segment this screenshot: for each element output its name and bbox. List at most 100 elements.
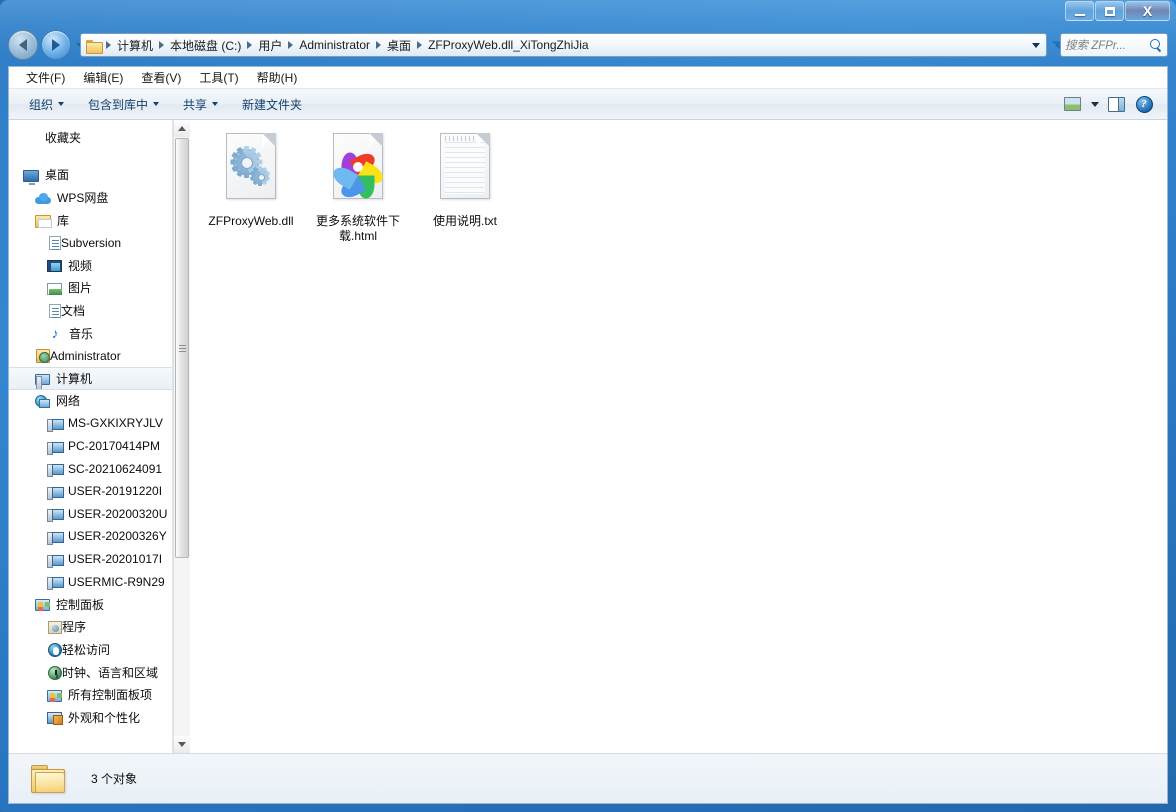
include-in-library-button[interactable]: 包含到库中 <box>78 91 169 118</box>
explorer-window: X 计算机 本地磁盘 (C:) 用户 Administrator 桌面 ZFPr… <box>0 0 1176 812</box>
maximize-button[interactable] <box>1095 1 1124 21</box>
star-icon <box>23 129 39 145</box>
sidebar-item-20[interactable]: 控制面板 <box>9 593 172 616</box>
address-dropdown-icon[interactable] <box>1027 34 1044 56</box>
sidebar-item-12[interactable]: MS-GXKIXRYJLV <box>9 412 172 435</box>
scrollbar-thumb[interactable] <box>175 138 189 558</box>
chevron-up-icon <box>178 126 186 131</box>
sidebar-item-24[interactable]: 所有控制面板项 <box>9 683 172 706</box>
sidebar-item-25[interactable]: 外观和个性化 <box>9 706 172 729</box>
address-row: 计算机 本地磁盘 (C:) 用户 Administrator 桌面 ZFProx… <box>0 28 1176 66</box>
file-list-view[interactable]: ZFProxyWeb.dll 更多系统软件下载.html 使用说明.txt <box>191 120 1167 753</box>
breadcrumb-separator-icon[interactable] <box>106 41 111 49</box>
sidebar-item-5[interactable]: 视频 <box>9 254 172 277</box>
sidebar-item-label: 音乐 <box>69 326 94 341</box>
search-input[interactable]: 搜索 ZFPr... <box>1065 37 1150 53</box>
sidebar-item-label: USER-20201017I <box>68 552 163 567</box>
sidebar-item-18[interactable]: USER-20201017I <box>9 548 172 571</box>
txt-file-icon <box>433 132 497 210</box>
breadcrumb-item-5[interactable]: ZFProxyWeb.dll_XiTongZhiJia <box>425 36 592 54</box>
breadcrumb-separator-icon[interactable] <box>159 41 165 49</box>
sidebar-item-2[interactable]: WPS网盘 <box>9 186 172 209</box>
new-folder-label: 新建文件夹 <box>242 97 303 112</box>
search-box[interactable]: 搜索 ZFPr... <box>1060 33 1168 57</box>
sidebar-item-7[interactable]: 文档 <box>9 299 172 322</box>
help-button[interactable]: ? <box>1131 93 1157 115</box>
music-icon: ♪ <box>51 325 59 342</box>
sidebar-item-22[interactable]: 轻松访问 <box>9 638 172 661</box>
file-item-1[interactable]: 更多系统软件下载.html <box>306 128 410 244</box>
organize-label: 组织 <box>29 97 54 112</box>
breadcrumb-item-1[interactable]: 本地磁盘 (C:) <box>167 35 244 56</box>
menu-help[interactable]: 帮助(H) <box>248 67 307 89</box>
sidebar-item-8[interactable]: ♪ 音乐 <box>9 322 172 345</box>
picture-icon <box>47 282 62 295</box>
sidebar-item-9[interactable]: Administrator <box>9 344 172 367</box>
chevron-down-icon <box>153 102 160 106</box>
share-button[interactable]: 共享 <box>173 91 228 118</box>
close-button[interactable]: X <box>1125 1 1170 21</box>
sidebar-item-label: 图片 <box>68 281 93 296</box>
breadcrumb-separator-icon[interactable] <box>288 41 294 49</box>
sidebar-item-6[interactable]: 图片 <box>9 277 172 300</box>
forward-button[interactable] <box>41 30 71 60</box>
scroll-down-button[interactable] <box>174 736 190 753</box>
breadcrumb-item-2[interactable]: 用户 <box>255 35 285 56</box>
sidebar-item-15[interactable]: USER-20191220I <box>9 480 172 503</box>
back-button[interactable] <box>8 30 38 60</box>
breadcrumb-item-3[interactable]: Administrator <box>296 36 373 54</box>
ease-icon <box>48 642 62 657</box>
sidebar-item-16[interactable]: USER-20200320U <box>9 503 172 526</box>
sidebar-item-1[interactable]: 桌面 <box>9 164 172 187</box>
sidebar-item-label: MS-GXKIXRYJLV <box>68 416 163 431</box>
menu-edit[interactable]: 编辑(E) <box>74 67 132 89</box>
file-item-0[interactable]: ZFProxyWeb.dll <box>199 128 303 229</box>
sidebar-item-21[interactable]: 程序 <box>9 616 172 639</box>
breadcrumb-separator-icon[interactable] <box>417 41 423 49</box>
pc-icon <box>47 463 64 478</box>
menu-tools[interactable]: 工具(T) <box>190 67 247 89</box>
sidebar-item-0[interactable]: 收藏夹 <box>9 126 172 149</box>
sidebar-item-11[interactable]: 网络 <box>9 390 172 413</box>
address-bar[interactable]: 计算机 本地磁盘 (C:) 用户 Administrator 桌面 ZFProx… <box>80 33 1047 57</box>
ctrlpanel-icon <box>35 599 50 612</box>
sidebar-item-3[interactable]: 库 <box>9 209 172 232</box>
new-folder-button[interactable]: 新建文件夹 <box>232 91 312 118</box>
breadcrumb-item-0[interactable]: 计算机 <box>114 35 156 56</box>
sidebar-item-17[interactable]: USER-20200326Y <box>9 525 172 548</box>
change-view-dropdown[interactable] <box>1087 93 1101 115</box>
sidebar-item-10[interactable]: 计算机 <box>9 367 172 390</box>
sidebar-item-label: 程序 <box>62 620 87 635</box>
arrow-right-icon <box>52 39 60 51</box>
breadcrumb-separator-icon[interactable] <box>247 41 253 49</box>
scroll-up-button[interactable] <box>174 120 190 137</box>
include-in-library-label: 包含到库中 <box>88 97 149 112</box>
navigation-scrollbar[interactable] <box>173 120 190 753</box>
breadcrumb-item-4[interactable]: 桌面 <box>384 35 414 56</box>
minimize-button[interactable] <box>1065 1 1094 21</box>
sidebar-item-label: 文档 <box>61 303 86 318</box>
sidebar-item-label: 外观和个性化 <box>68 710 141 725</box>
sidebar-item-23[interactable]: 时钟、语言和区域 <box>9 661 172 684</box>
sidebar-item-14[interactable]: SC-20210624091 <box>9 457 172 480</box>
status-bar: 3 个对象 <box>9 753 1167 803</box>
sidebar-item-label: 库 <box>57 213 70 228</box>
preview-pane-button[interactable] <box>1103 93 1129 115</box>
pc-icon <box>47 508 64 523</box>
menu-file[interactable]: 文件(F) <box>17 67 74 89</box>
change-view-button[interactable] <box>1059 93 1085 115</box>
sidebar-item-label: SC-20210624091 <box>68 461 163 476</box>
file-item-2[interactable]: 使用说明.txt <box>413 128 517 229</box>
appearance-icon <box>47 712 63 726</box>
breadcrumb-separator-icon[interactable] <box>376 41 382 49</box>
video-icon <box>47 260 62 273</box>
sidebar-item-4[interactable]: Subversion <box>9 231 172 254</box>
sidebar-item-label: 桌面 <box>45 168 70 183</box>
menu-view[interactable]: 查看(V) <box>132 67 190 89</box>
organize-button[interactable]: 组织 <box>19 91 74 118</box>
command-toolbar: 组织 包含到库中 共享 新建文件夹 ? <box>9 89 1167 120</box>
pc-icon <box>47 531 64 545</box>
title-bar[interactable]: X <box>0 0 1176 28</box>
sidebar-item-19[interactable]: USERMIC-R9N29 <box>9 570 172 593</box>
sidebar-item-13[interactable]: PC-20170414PM <box>9 435 172 458</box>
